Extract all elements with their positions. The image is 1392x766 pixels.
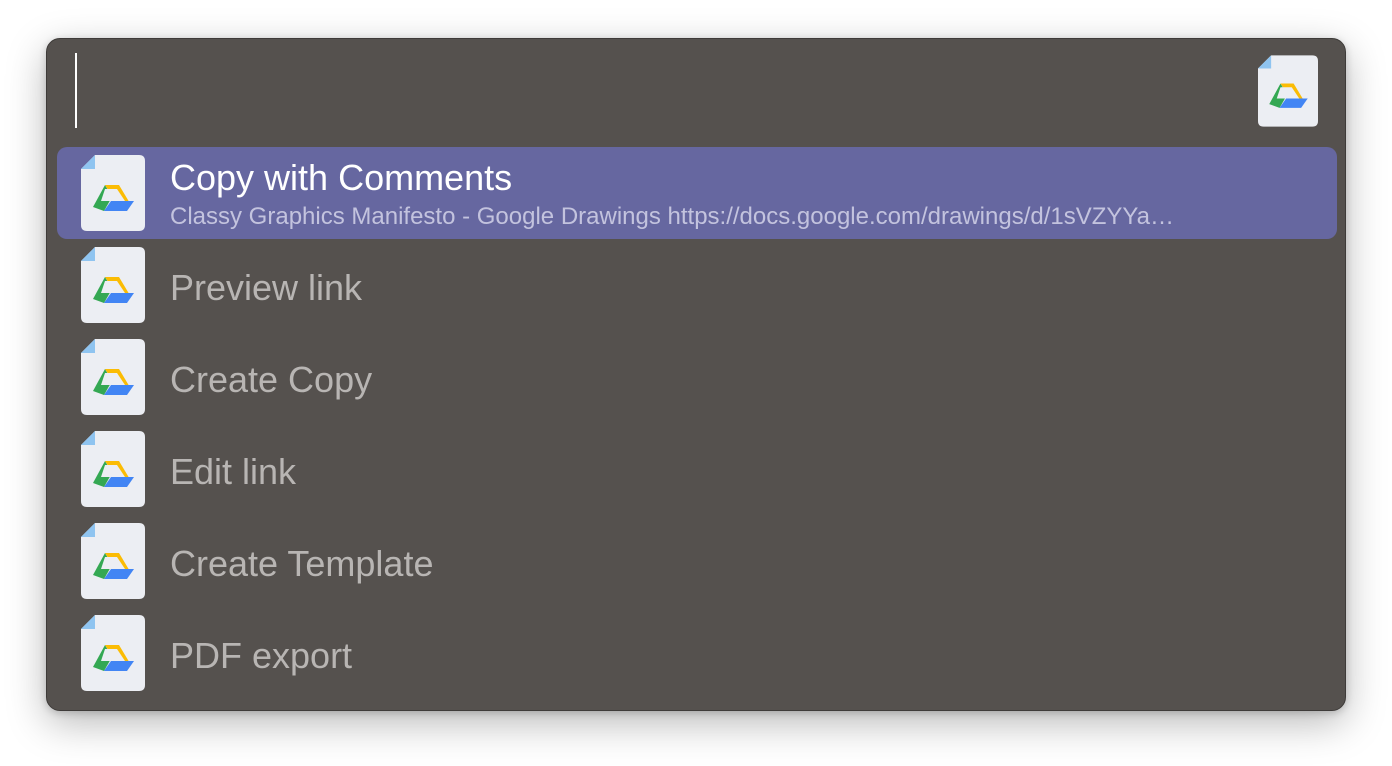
result-item[interactable]: Create Copy: [57, 331, 1337, 423]
result-title: Edit link: [170, 451, 297, 492]
google-drive-file-icon: [81, 431, 145, 507]
result-subtitle: Classy Graphics Manifesto - Google Drawi…: [170, 203, 1174, 230]
result-title: Create Template: [170, 543, 434, 584]
result-title: Copy with Comments: [170, 157, 513, 198]
google-drive-file-icon: [81, 247, 145, 323]
result-item[interactable]: Copy with Comments Classy Graphics Manif…: [57, 147, 1337, 239]
result-item[interactable]: Create Template: [57, 515, 1337, 607]
search-input[interactable]: [71, 51, 1231, 129]
results-list: Copy with Comments Classy Graphics Manif…: [57, 147, 1337, 699]
result-title: Create Copy: [170, 359, 373, 400]
result-item[interactable]: PDF export: [57, 607, 1337, 699]
google-drive-file-icon: [81, 155, 145, 231]
google-drive-file-icon: [1258, 55, 1318, 127]
google-drive-file-icon: [81, 523, 145, 599]
search-bar: [47, 39, 1345, 143]
google-drive-file-icon: [81, 615, 145, 691]
result-title: PDF export: [170, 635, 353, 676]
result-item[interactable]: Edit link: [57, 423, 1337, 515]
text-caret: [75, 53, 77, 128]
result-title: Preview link: [170, 267, 363, 308]
google-drive-file-icon: [81, 339, 145, 415]
launcher-window: Copy with Comments Classy Graphics Manif…: [46, 38, 1346, 711]
result-item[interactable]: Preview link: [57, 239, 1337, 331]
